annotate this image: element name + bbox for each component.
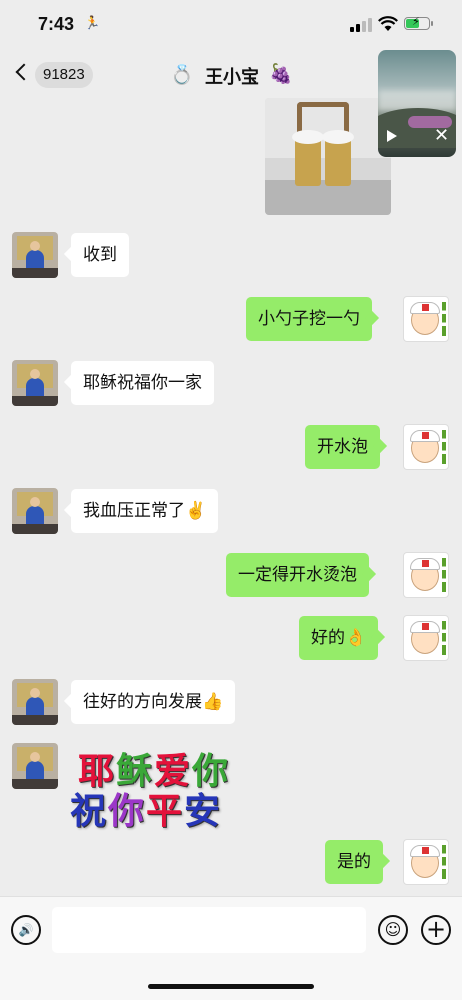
cellular-signal-icon (350, 18, 372, 32)
outgoing-message-bubble[interactable]: 小勺子挖一勺 (246, 297, 372, 341)
incoming-message-bubble[interactable]: 往好的方向发展👍 (71, 680, 236, 724)
ring-icon: 💍 (170, 64, 194, 86)
contact-avatar[interactable] (12, 743, 58, 789)
grapes-icon: 🍇 (269, 63, 293, 85)
voice-input-icon[interactable]: 🔊 (11, 915, 41, 945)
contact-avatar[interactable] (12, 232, 58, 278)
incoming-message-bubble[interactable]: 耶稣祝福你一家 (71, 361, 214, 405)
message-text: 是的 (337, 852, 371, 872)
battery-charging-icon: ⚡ (404, 15, 433, 30)
sticker-character: 你 (108, 791, 147, 832)
message-text: 开水泡 (317, 437, 368, 457)
sticker-message[interactable]: 耶稣爱你 祝你平安 (70, 742, 232, 832)
sent-photo[interactable] (265, 98, 391, 215)
my-avatar[interactable] (403, 296, 449, 342)
outgoing-message-bubble[interactable]: 一定得开水烫泡 (226, 553, 369, 597)
outgoing-message-bubble[interactable]: 开水泡 (305, 425, 380, 469)
incoming-message-bubble[interactable]: 我血压正常了✌️ (71, 489, 219, 533)
play-icon[interactable] (387, 130, 397, 142)
message-text: 收到 (83, 245, 117, 265)
status-time: 7:43 (38, 14, 75, 34)
contact-avatar[interactable] (12, 679, 58, 725)
my-avatar[interactable] (403, 839, 449, 885)
close-icon[interactable]: ✕ (434, 125, 449, 146)
message-text: 往好的方向发展👍 (83, 692, 224, 712)
my-avatar[interactable] (403, 615, 449, 661)
message-input[interactable] (52, 907, 366, 953)
message-text: 我血压正常了✌️ (83, 501, 207, 521)
sticker-character: 祝 (70, 791, 109, 832)
floating-video-window[interactable]: ✕ (378, 50, 456, 157)
message-text: 耶稣祝福你一家 (83, 373, 202, 393)
home-indicator (148, 984, 314, 989)
sticker-line-2: 祝你平安 (70, 782, 222, 834)
wifi-icon (378, 16, 398, 31)
emoji-icon[interactable]: ☺ (378, 915, 408, 945)
outgoing-message-bubble[interactable]: 是的 (325, 840, 383, 884)
plus-icon[interactable]: + (421, 915, 451, 945)
status-bar: 7:43 🏃 ⚡ (0, 0, 462, 50)
sticker-character: 平 (146, 791, 185, 832)
contact-avatar[interactable] (12, 360, 58, 406)
running-person-icon: 🏃 (84, 16, 101, 31)
message-text: 小勺子挖一勺 (258, 309, 360, 329)
my-avatar[interactable] (403, 424, 449, 470)
outgoing-message-bubble[interactable]: 好的👌 (299, 616, 379, 660)
chat-title: 王小宝 (205, 67, 259, 88)
my-avatar[interactable] (403, 552, 449, 598)
contact-avatar[interactable] (12, 488, 58, 534)
sticker-character: 安 (184, 791, 223, 832)
chevron-left-icon[interactable] (15, 63, 33, 81)
incoming-message-bubble[interactable]: 收到 (71, 233, 129, 277)
unread-count-badge[interactable]: 91823 (35, 62, 93, 88)
message-text: 好的👌 (311, 628, 367, 648)
message-text: 一定得开水烫泡 (238, 565, 357, 585)
